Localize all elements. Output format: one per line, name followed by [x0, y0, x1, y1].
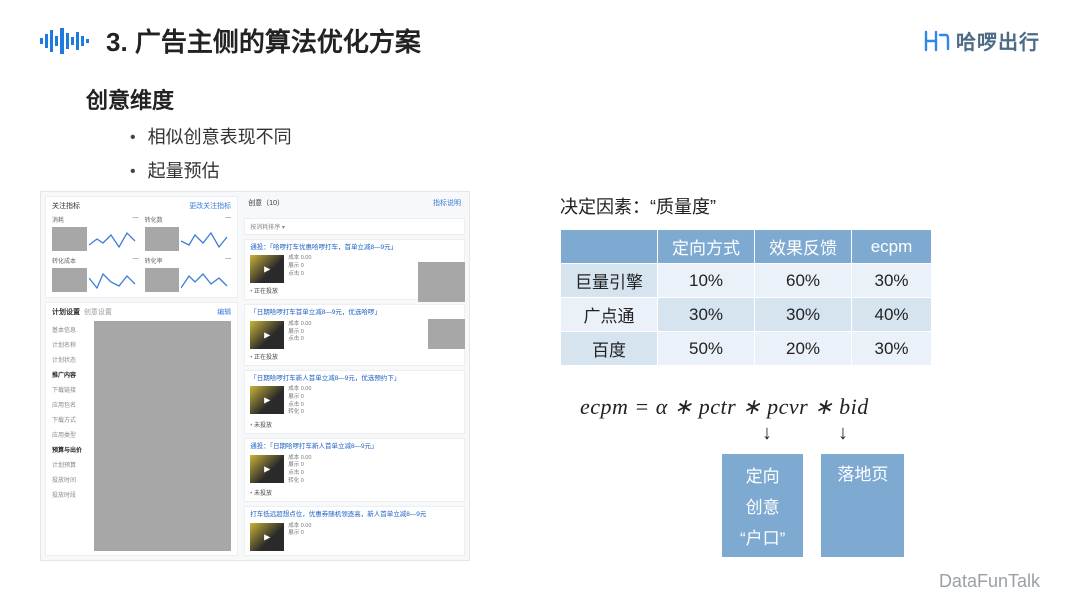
col-header: 定向方式: [658, 230, 755, 264]
bullet-list: 相似创意表现不同 起量预估: [130, 123, 1040, 183]
factor-label: 决定因素：“质量度”: [560, 193, 1040, 219]
creative-item: 打车低远超想点位，优惠券随机领逐高，新人首单立减8—9元 成本 0.00展示 0: [244, 506, 465, 555]
video-thumb-icon: [250, 523, 284, 551]
panel-title: 关注指标: [52, 201, 80, 211]
col-header: 效果反馈: [755, 230, 852, 264]
ecpm-formula: ecpm = α ∗ pctr ∗ pcvr ∗ bid: [580, 394, 1040, 420]
brand: 哈啰出行: [922, 26, 1040, 55]
dashboard-screenshot: 关注指标 更改关注指标 消耗— 转化数—: [40, 191, 470, 561]
table-row: 广点通 30% 30% 40%: [561, 298, 932, 332]
quality-table: 定向方式 效果反馈 ecpm 巨量引擎 10% 60% 30% 广点通 30%: [560, 229, 932, 366]
brand-logo-icon: [922, 29, 950, 53]
bullet-item: 起量预估: [130, 157, 1040, 183]
video-thumb-icon: [250, 455, 284, 483]
section-subtitle: 创意维度: [86, 83, 1040, 115]
video-thumb-icon: [250, 255, 284, 283]
table-corner: [561, 230, 658, 264]
video-thumb-icon: [250, 386, 284, 414]
brand-name: 哈啰出行: [956, 26, 1040, 55]
creative-item: 「日期哈啰打车新人首单立减8—9元，优选预约下」 成本 0.00展示 0点击 0…: [244, 370, 465, 434]
footer-watermark: DataFunTalk: [939, 571, 1040, 592]
creative-item: 「日期哈啰打车首单立减8—9元，优选哈啰」 成本 0.00展示 0点击 0 正在…: [244, 304, 465, 365]
col-header: ecpm: [852, 230, 932, 264]
arrow-down-icon: ↓: [762, 422, 772, 445]
creative-item: 通投：「日期哈啰打车新人首单立减8—9元」 成本 0.00展示 0点击 0转化 …: [244, 438, 465, 502]
table-row: 百度 50% 20% 30%: [561, 332, 932, 366]
arrows: ↓ ↓: [580, 428, 1040, 454]
arrow-down-icon: ↓: [838, 422, 848, 445]
factor-box-pcvr: 落地页: [821, 454, 904, 557]
panel-link: 更改关注指标: [189, 201, 231, 211]
creative-item: 通投：「哈啰打车优惠哈啰打车，首单立减8—9元」 成本 0.00展示 0点击 0…: [244, 239, 465, 300]
slide-title: 3. 广告主侧的算法优化方案: [106, 22, 421, 59]
factor-box-pctr: 定向 创意 “户口”: [722, 454, 803, 557]
table-row: 巨量引擎 10% 60% 30%: [561, 264, 932, 298]
redacted-block: [94, 321, 231, 551]
waveform-icon: [40, 28, 94, 54]
bullet-item: 相似创意表现不同: [130, 123, 1040, 149]
video-thumb-icon: [250, 321, 284, 349]
